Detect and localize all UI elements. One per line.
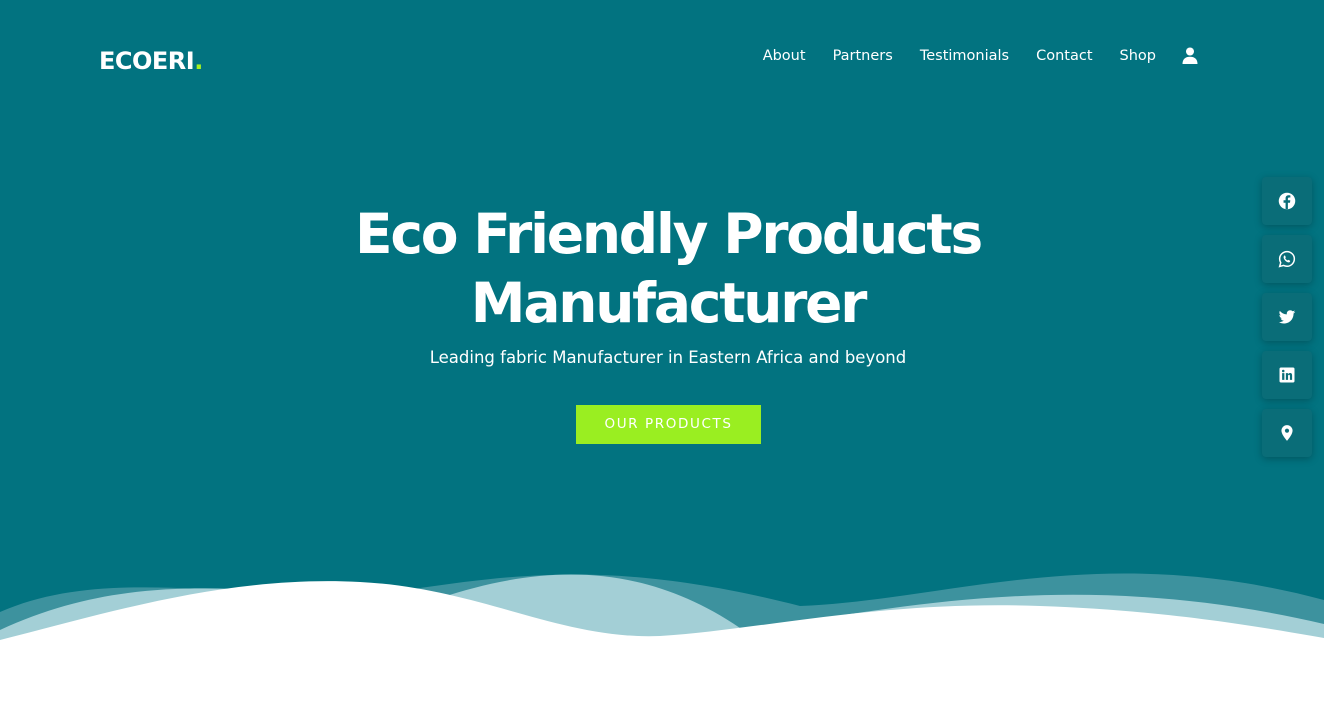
hero-subtitle: Leading fabric Manufacturer in Eastern A…: [429, 348, 907, 367]
whatsapp-icon: [1278, 250, 1296, 268]
user-icon[interactable]: [1182, 47, 1198, 65]
twitter-link[interactable]: [1262, 293, 1312, 341]
nav-item-about[interactable]: About: [763, 44, 806, 68]
hero-title-line-2: Manufacturer: [470, 271, 868, 335]
brand-dot: .: [194, 47, 203, 75]
nav-item-testimonials[interactable]: Testimonials: [920, 44, 1009, 68]
brand-logo[interactable]: ECOERI.: [99, 45, 203, 77]
facebook-link[interactable]: [1262, 177, 1312, 225]
nav-item-shop[interactable]: Shop: [1120, 44, 1156, 68]
our-products-button[interactable]: OUR PRODUCTS: [576, 405, 761, 444]
nav-item-contact[interactable]: Contact: [1036, 44, 1092, 68]
map-pin-icon: [1278, 424, 1296, 442]
nav-item-partners[interactable]: Partners: [833, 44, 893, 68]
location-link[interactable]: [1262, 409, 1312, 457]
main-nav: About Partners Testimonials Contact Shop: [736, 44, 1198, 68]
social-sidebar: [1262, 177, 1312, 467]
brand-name: ECOERI: [99, 47, 195, 75]
hero-title-line-1: Eco Friendly Products: [355, 202, 983, 266]
facebook-icon: [1278, 192, 1296, 210]
twitter-icon: [1278, 308, 1296, 326]
whatsapp-link[interactable]: [1262, 235, 1312, 283]
hero-section: ECOERI. About Partners Testimonials Cont…: [0, 0, 1324, 703]
hero-title: Eco Friendly Products Manufacturer: [0, 200, 1324, 338]
linkedin-icon: [1278, 366, 1296, 384]
linkedin-link[interactable]: [1262, 351, 1312, 399]
